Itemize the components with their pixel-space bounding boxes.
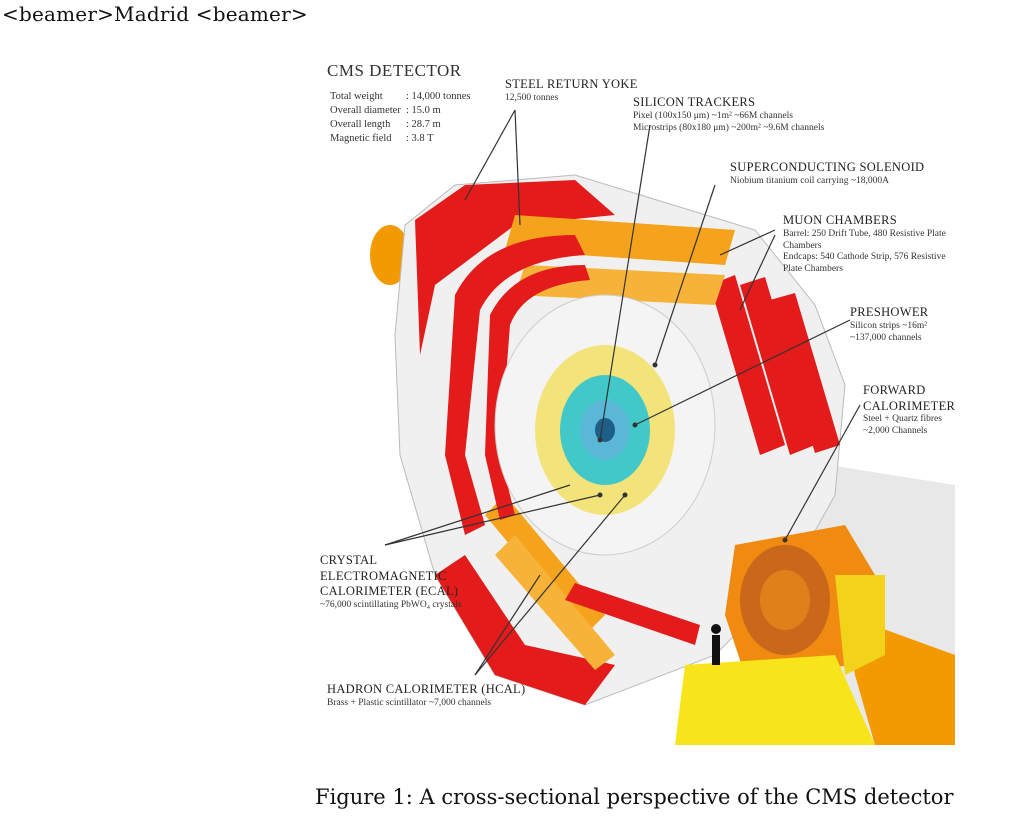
cms-detector-figure: CMS DETECTOR Total weight: 14,000 tonnes… xyxy=(315,55,965,745)
detector-specs: Total weight: 14,000 tonnes Overall diam… xyxy=(330,91,470,147)
label-forward-calorimeter: FORWARD CALORIMETER Steel + Quartz fibre… xyxy=(863,383,956,437)
figure-title: CMS DETECTOR xyxy=(327,61,462,80)
spec-row: Total weight: 14,000 tonnes xyxy=(330,91,471,102)
spec-row: Overall diameter: 15.0 m xyxy=(330,105,441,116)
label-steel-return-yoke: STEEL RETURN YOKE 12,500 tonnes xyxy=(505,77,638,103)
label-preshower: PRESHOWER Silicon strips ~16m² ~137,000 … xyxy=(850,305,929,343)
label-muon-chambers: MUON CHAMBERS Barrel: 250 Drift Tube, 48… xyxy=(783,213,946,275)
spec-row: Overall length: 28.7 m xyxy=(330,119,441,130)
label-ecal: CRYSTAL ELECTROMAGNETIC CALORIMETER (ECA… xyxy=(320,553,462,610)
figure-caption: Figure 1: A cross-sectional perspective … xyxy=(315,785,954,809)
spec-row: Magnetic field: 3.8 T xyxy=(330,133,434,144)
page-header: <beamer>Madrid <beamer> xyxy=(2,2,308,26)
label-superconducting-solenoid: SUPERCONDUCTING SOLENOID Niobium titaniu… xyxy=(730,160,925,186)
label-hcal: HADRON CALORIMETER (HCAL) Brass + Plasti… xyxy=(327,682,526,708)
label-silicon-trackers: SILICON TRACKERS Pixel (100x150 μm) ~1m²… xyxy=(633,95,825,133)
